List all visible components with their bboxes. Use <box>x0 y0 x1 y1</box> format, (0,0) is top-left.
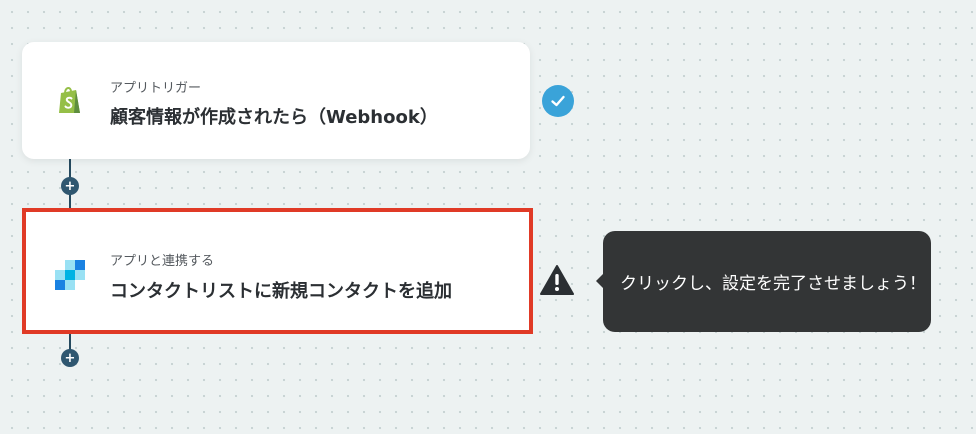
tooltip-arrow <box>596 274 603 288</box>
step-type-label: アプリと連携する <box>110 254 215 269</box>
action-step-card[interactable]: アプリと連携する コンタクトリストに新規コンタクトを追加 <box>22 208 533 334</box>
completed-check-icon <box>542 85 574 117</box>
shopify-icon <box>59 87 80 113</box>
add-step-button[interactable]: + <box>61 349 79 367</box>
step-title: コンタクトリストに新規コンタクトを追加 <box>110 281 452 302</box>
trigger-step-card[interactable]: アプリトリガー 顧客情報が作成されたら（Webhook） <box>22 42 530 159</box>
tooltip-text: クリックし、設定を完了させましょう！ <box>620 274 926 294</box>
setup-tooltip: クリックし、設定を完了させましょう！ <box>596 231 931 332</box>
sendgrid-icon <box>55 260 85 290</box>
step-type-label: アプリトリガー <box>110 81 202 96</box>
warning-icon <box>540 265 574 295</box>
add-step-button[interactable]: + <box>61 177 79 195</box>
step-title: 顧客情報が作成されたら（Webhook） <box>110 107 438 128</box>
